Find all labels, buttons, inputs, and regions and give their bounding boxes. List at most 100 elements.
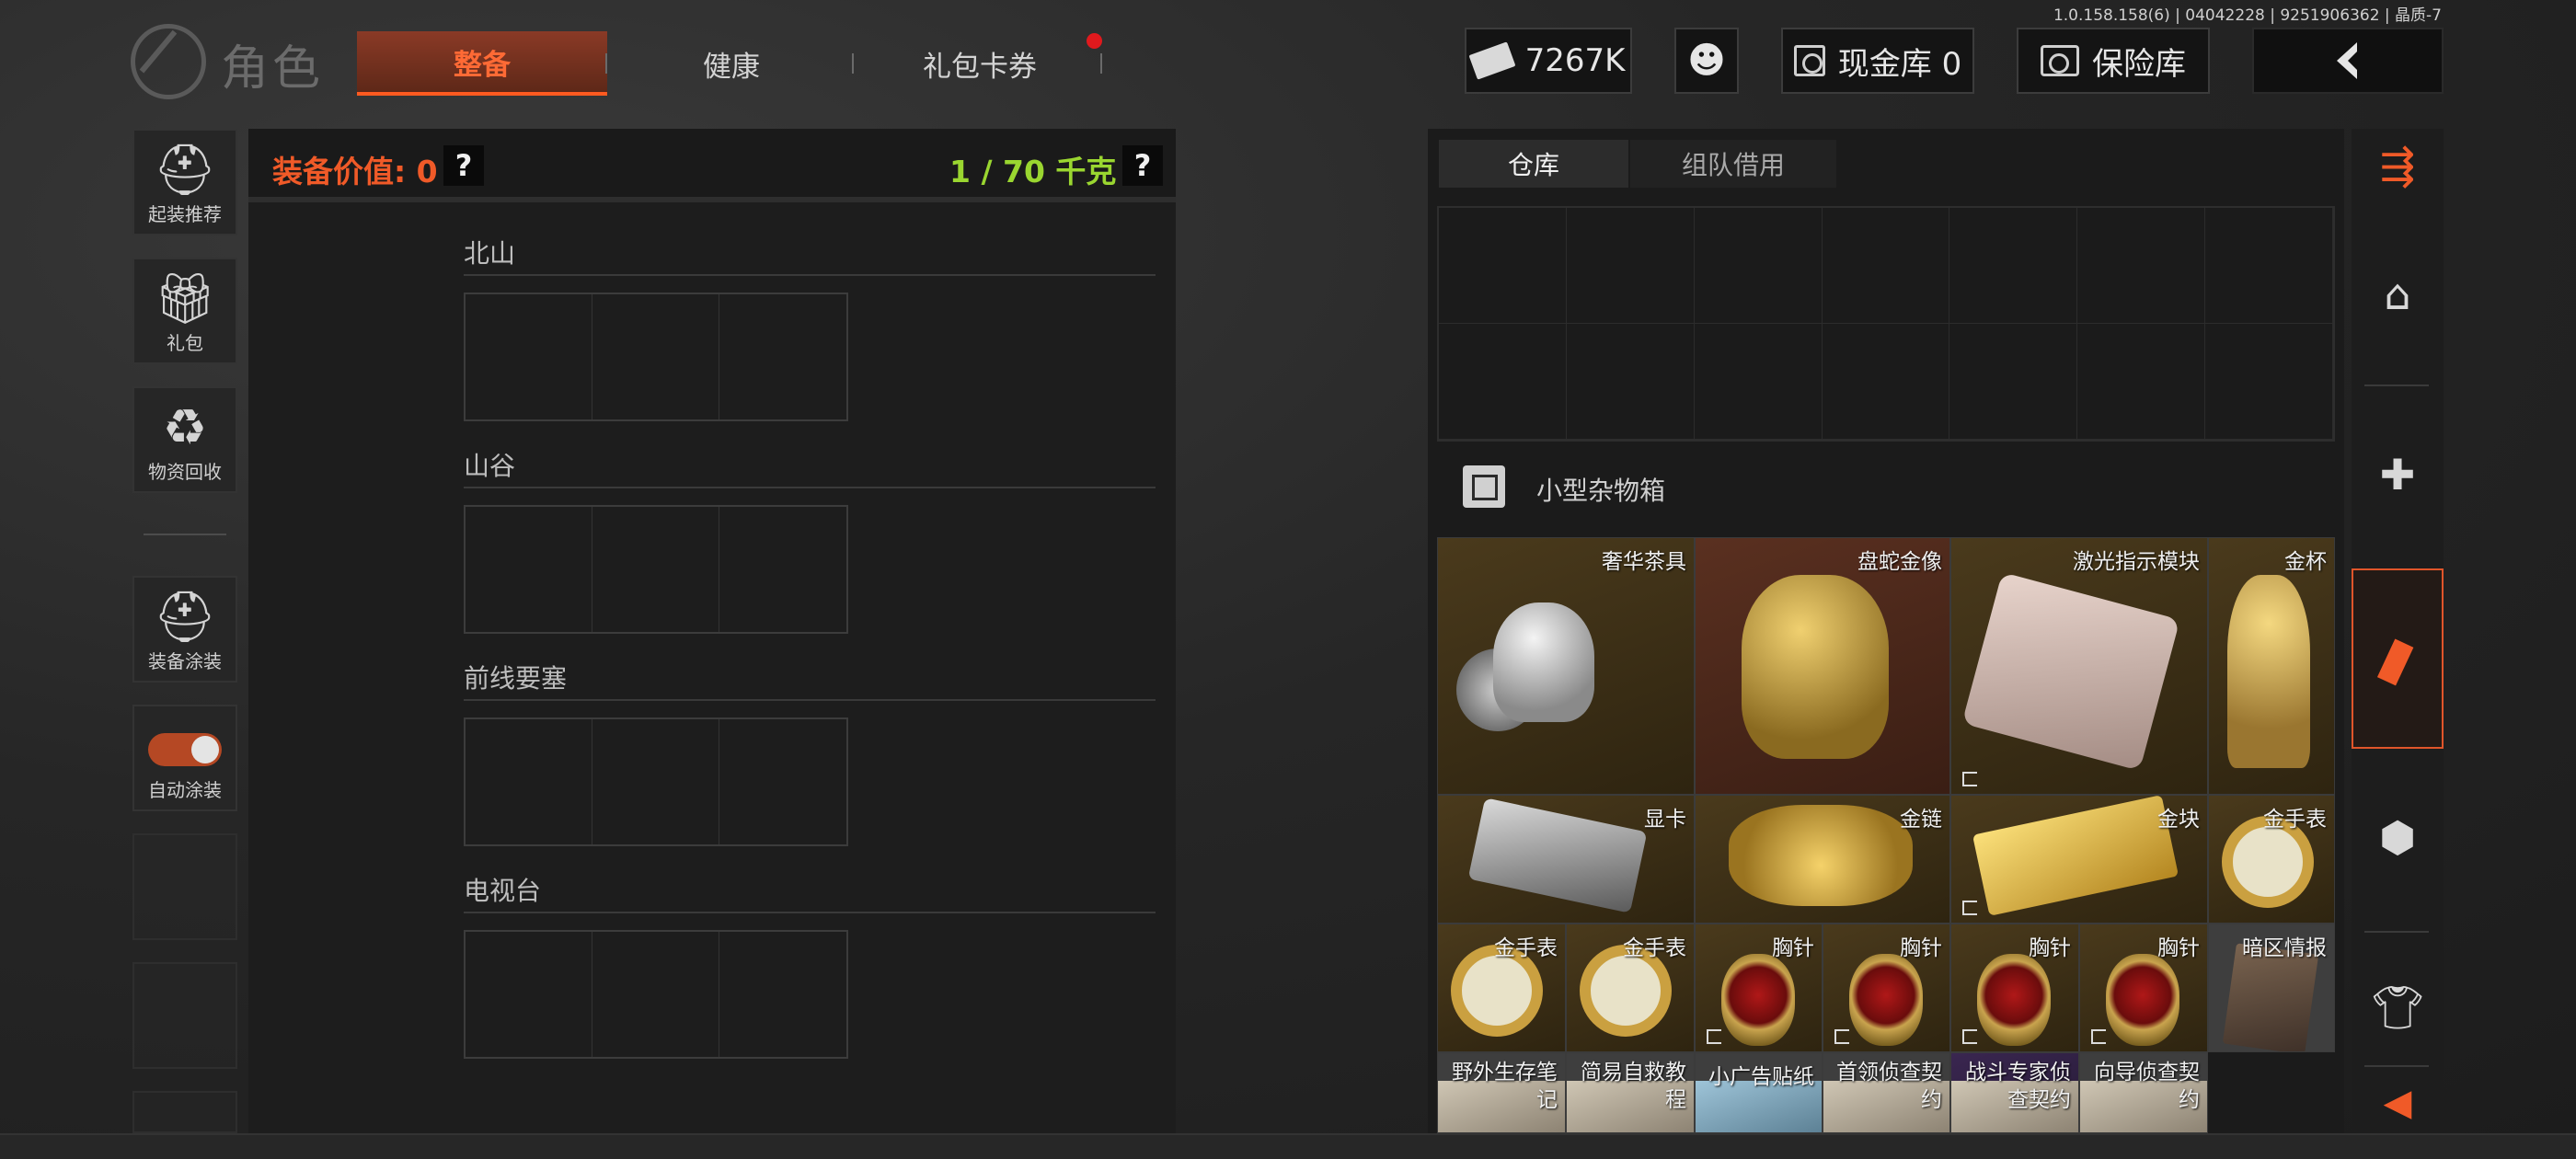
- weight-help-button[interactable]: ?: [1122, 145, 1163, 186]
- logo-icon: [131, 24, 206, 99]
- item-gold-watch[interactable]: 金手表: [2208, 795, 2335, 924]
- extract-icon: [1962, 1029, 1977, 1044]
- sidebar-item-loadout-recommend[interactable]: ⛑ 起装推荐: [132, 129, 237, 235]
- cash-icon: [1468, 41, 1516, 80]
- item-graphics-card[interactable]: 显卡: [1437, 795, 1695, 924]
- container-label: 小型杂物箱: [1536, 476, 1666, 506]
- item-name: 金手表: [1494, 936, 1558, 960]
- gold-chain-image: [1729, 805, 1913, 906]
- nav-medkit-button[interactable]: ✚: [2352, 401, 2444, 548]
- item-combat-expert-scout-contract[interactable]: 战斗专家侦查契约: [1950, 1052, 2079, 1133]
- item-gold-chain[interactable]: 金链: [1695, 795, 1950, 924]
- item-gold-bar[interactable]: 金块: [1950, 795, 2208, 924]
- sidebar-item-auto-paint[interactable]: 自动涂装: [132, 705, 237, 811]
- sidebar-item-label: 自动涂装: [148, 779, 222, 801]
- medkit-icon: ✚: [2379, 450, 2416, 499]
- carry-weight: 1 / 70 千克: [949, 154, 1117, 189]
- chevron-left-icon: [2337, 42, 2357, 79]
- map-divider: [464, 487, 1156, 488]
- tab-gift-coupons[interactable]: 礼包卡券: [865, 31, 1095, 96]
- map-label-frontline-fortress: 前线要塞: [464, 663, 568, 694]
- item-luxury-tea-set[interactable]: 奢华茶具: [1437, 537, 1695, 795]
- safe-vault-label: 保险库: [2092, 45, 2186, 83]
- item-name: 金链: [1900, 808, 1942, 832]
- cash-vault-button[interactable]: 现金库 0: [1781, 28, 1974, 94]
- item-brooch[interactable]: 胸针: [1950, 924, 2079, 1052]
- nav-clothing-button[interactable]: 👕︎: [2352, 947, 2444, 1067]
- item-brooch[interactable]: 胸针: [2079, 924, 2208, 1052]
- strip-divider: [2364, 1065, 2429, 1067]
- item-brooch[interactable]: 胸针: [1695, 924, 1823, 1052]
- item-name: 胸针: [1900, 936, 1942, 960]
- nav-box-button[interactable]: ⬢: [2352, 763, 2444, 911]
- operator-icon: ☻: [1687, 40, 1726, 82]
- map-divider: [464, 912, 1156, 913]
- item-brooch[interactable]: 胸针: [1823, 924, 1950, 1052]
- item-name: 战斗专家侦查契约: [1965, 1061, 2071, 1112]
- helmet-icon: ⛑: [153, 141, 217, 199]
- teapot-image: [1493, 602, 1594, 722]
- bottom-bar: [0, 1133, 2576, 1159]
- tab-divider: [1100, 53, 1102, 74]
- back-button[interactable]: [2252, 28, 2444, 94]
- sidebar-item-recycle[interactable]: ♻ 物资回收: [132, 386, 237, 493]
- money-button[interactable]: 7267K: [1465, 28, 1632, 94]
- nav-magazine-button[interactable]: ▮: [2352, 568, 2444, 749]
- sidebar-item-gear-paint[interactable]: ⛑ 装备涂装: [132, 576, 237, 683]
- tab-health[interactable]: 健康: [626, 31, 837, 96]
- gold-cup-image: [2227, 575, 2310, 768]
- box-icon: [1463, 465, 1505, 508]
- tab-equip[interactable]: 整备: [357, 31, 607, 96]
- sort-button[interactable]: ⇶: [2352, 129, 2444, 202]
- sidebar-item-label: 装备涂装: [148, 650, 222, 672]
- gpu-image: [1467, 798, 1648, 913]
- item-guide-scout-contract[interactable]: 向导侦查契约: [2079, 1052, 2208, 1133]
- extract-icon: [1962, 901, 1977, 915]
- extract-icon: [1707, 1029, 1721, 1044]
- sidebar-item-label: 起装推荐: [148, 203, 222, 225]
- safe-vault-button[interactable]: 保险库: [2017, 28, 2210, 94]
- map-slot-grid[interactable]: [464, 717, 848, 846]
- sidebar-empty-slot: [132, 962, 237, 1069]
- sidebar-empty-slot: [132, 833, 237, 940]
- map-slot-grid[interactable]: [464, 293, 848, 421]
- strip-divider: [2364, 384, 2429, 386]
- item-boss-scout-contract[interactable]: 首领侦查契约: [1823, 1052, 1950, 1133]
- item-name: 暗区情报: [2242, 936, 2327, 960]
- extract-icon: [2091, 1029, 2106, 1044]
- safe-icon: [2041, 45, 2079, 76]
- map-slot-grid[interactable]: [464, 505, 848, 634]
- item-name: 盘蛇金像: [1857, 550, 1942, 574]
- chevron-left-icon: ◀: [2383, 1082, 2412, 1124]
- item-gold-watch[interactable]: 金手表: [1566, 924, 1695, 1052]
- warehouse-empty-grid[interactable]: [1437, 206, 2335, 442]
- tab-warehouse[interactable]: 仓库: [1439, 140, 1628, 188]
- collapse-button[interactable]: ◀: [2352, 1073, 2444, 1133]
- item-gold-watch[interactable]: 金手表: [1437, 924, 1566, 1052]
- item-name: 金块: [2157, 808, 2200, 832]
- item-ad-sticker[interactable]: 小广告贴纸: [1695, 1052, 1823, 1133]
- snake-statue-image: [1742, 575, 1889, 759]
- item-laser-module[interactable]: 激光指示模块: [1950, 537, 2208, 795]
- page-title: 角色: [221, 41, 325, 97]
- item-gold-snake-statue[interactable]: 盘蛇金像: [1695, 537, 1950, 795]
- profile-button[interactable]: ☻: [1674, 28, 1739, 94]
- auto-paint-toggle[interactable]: [148, 733, 222, 766]
- item-dark-zone-intel[interactable]: 暗区情报: [2208, 924, 2335, 1052]
- item-survival-notes[interactable]: 野外生存笔记: [1437, 1052, 1566, 1133]
- item-name: 胸针: [2029, 936, 2071, 960]
- sidebar-empty-slot: [132, 1091, 237, 1133]
- item-first-aid-guide[interactable]: 简易自救教程: [1566, 1052, 1695, 1133]
- equip-value-help-button[interactable]: ?: [443, 145, 484, 186]
- sidebar-item-gift[interactable]: 🎁︎ 礼包: [132, 258, 237, 364]
- vault-icon: [1793, 45, 1825, 76]
- sidebar-divider: [144, 534, 226, 535]
- item-name: 显卡: [1644, 808, 1686, 832]
- map-slot-grid[interactable]: [464, 930, 848, 1059]
- item-name: 胸针: [1772, 936, 1814, 960]
- nav-home-button[interactable]: ⌂: [2352, 221, 2444, 368]
- item-gold-cup[interactable]: 金杯: [2208, 537, 2335, 795]
- tab-team-borrow[interactable]: 组队借用: [1630, 140, 1836, 188]
- version-text: 1.0.158.158(6) | 04042228 | 9251906362 |…: [2053, 6, 2442, 25]
- brooch-image: [1849, 954, 1923, 1046]
